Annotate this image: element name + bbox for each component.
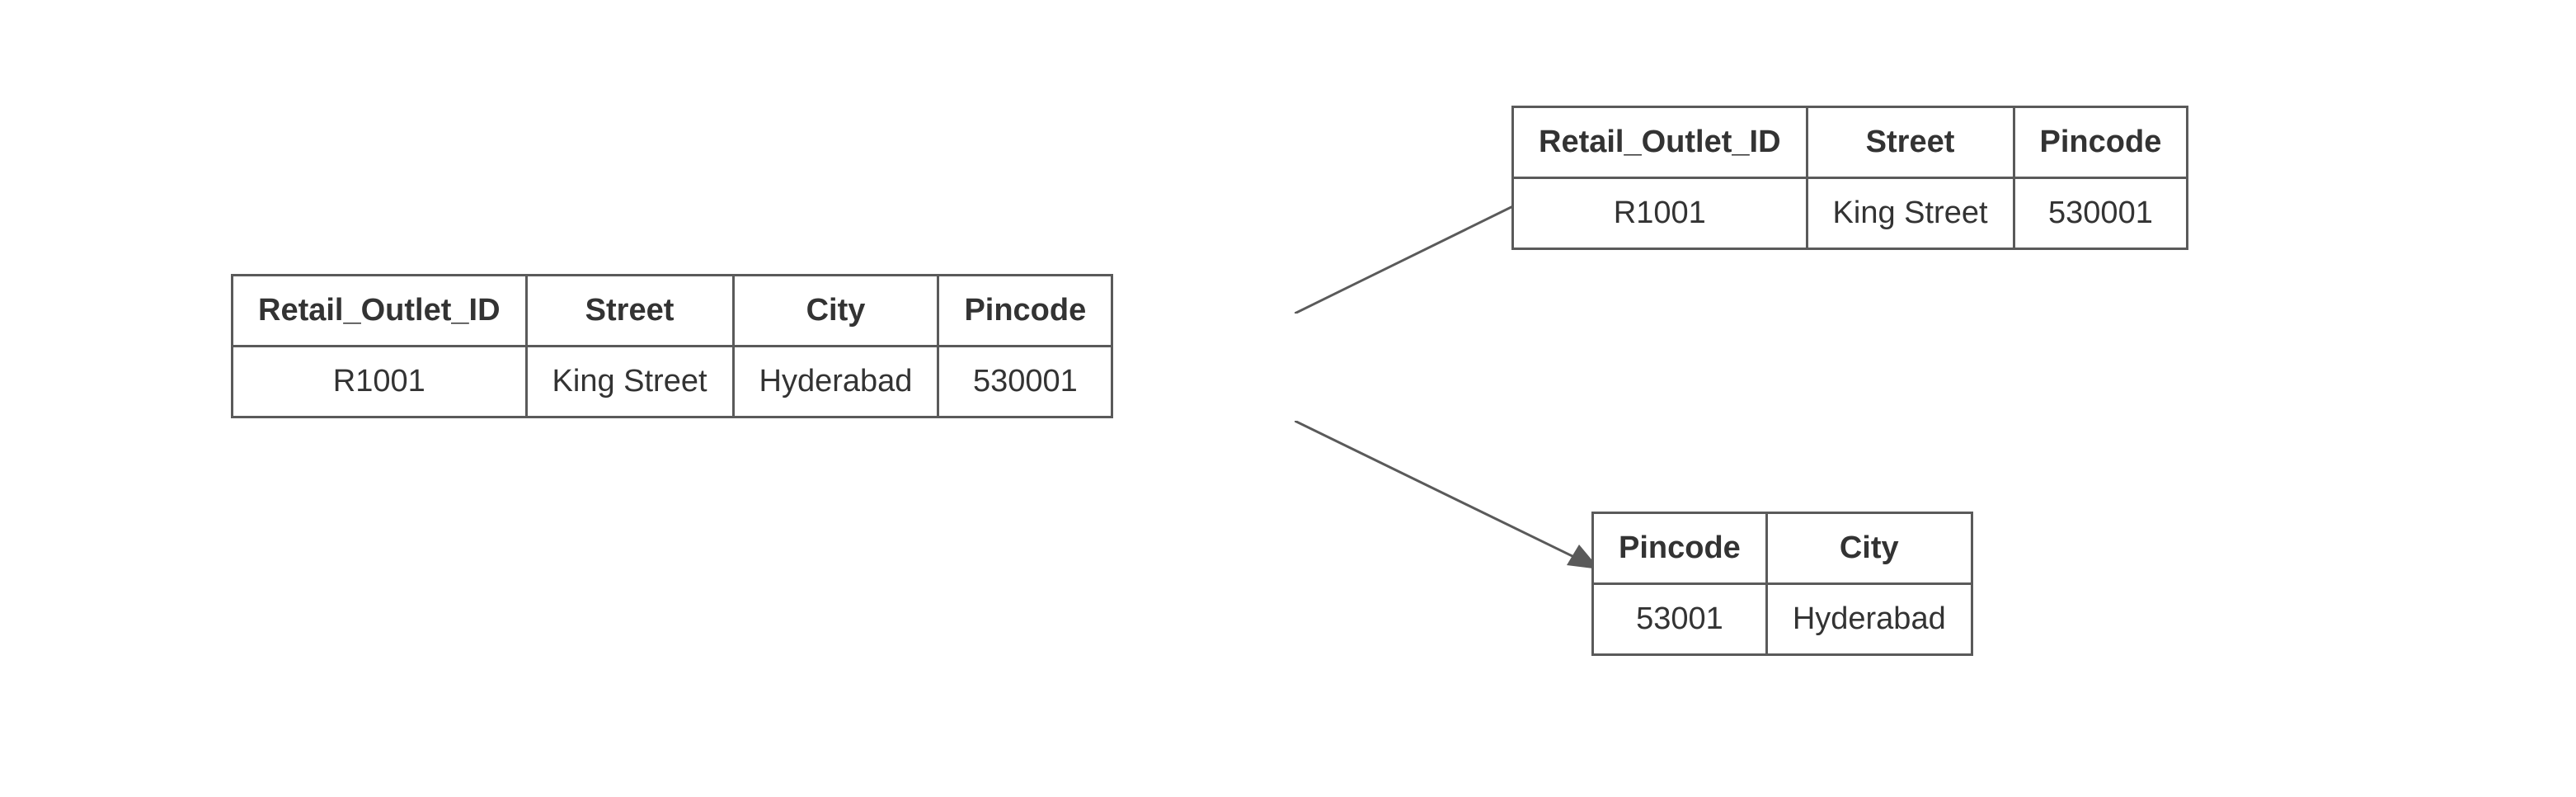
table-header-row: Pincode City [1593,513,1972,584]
result-table-1: Retail_Outlet_ID Street Pincode R1001 Ki… [1511,106,2188,250]
table-row: R1001 King Street Hyderabad 530001 [233,347,1112,417]
cell-city: Hyderabad [1766,584,1972,655]
header-street: Street [526,276,733,347]
result-table-2: Pincode City 53001 Hyderabad [1591,512,1973,656]
table-header-row: Retail_Outlet_ID Street Pincode [1513,107,2188,178]
table-row: 53001 Hyderabad [1593,584,1972,655]
header-pincode: Pincode [2014,107,2188,178]
header-retail-outlet-id: Retail_Outlet_ID [233,276,527,347]
table-header-row: Retail_Outlet_ID Street City Pincode [233,276,1112,347]
header-retail-outlet-id: Retail_Outlet_ID [1513,107,1807,178]
header-pincode: Pincode [1593,513,1767,584]
cell-retail-outlet-id: R1001 [1513,178,1807,249]
source-table: Retail_Outlet_ID Street City Pincode R10… [231,274,1113,418]
header-pincode: Pincode [938,276,1112,347]
cell-pincode: 53001 [1593,584,1767,655]
cell-pincode: 530001 [2014,178,2188,249]
header-street: Street [1807,107,2014,178]
cell-retail-outlet-id: R1001 [233,347,527,417]
cell-street: King Street [1807,178,2014,249]
cell-city: Hyderabad [733,347,938,417]
table-row: R1001 King Street 530001 [1513,178,2188,249]
cell-street: King Street [526,347,733,417]
header-city: City [733,276,938,347]
arrow-icon [1295,190,1542,314]
header-city: City [1766,513,1972,584]
cell-pincode: 530001 [938,347,1112,417]
arrow-icon [1295,421,1600,569]
